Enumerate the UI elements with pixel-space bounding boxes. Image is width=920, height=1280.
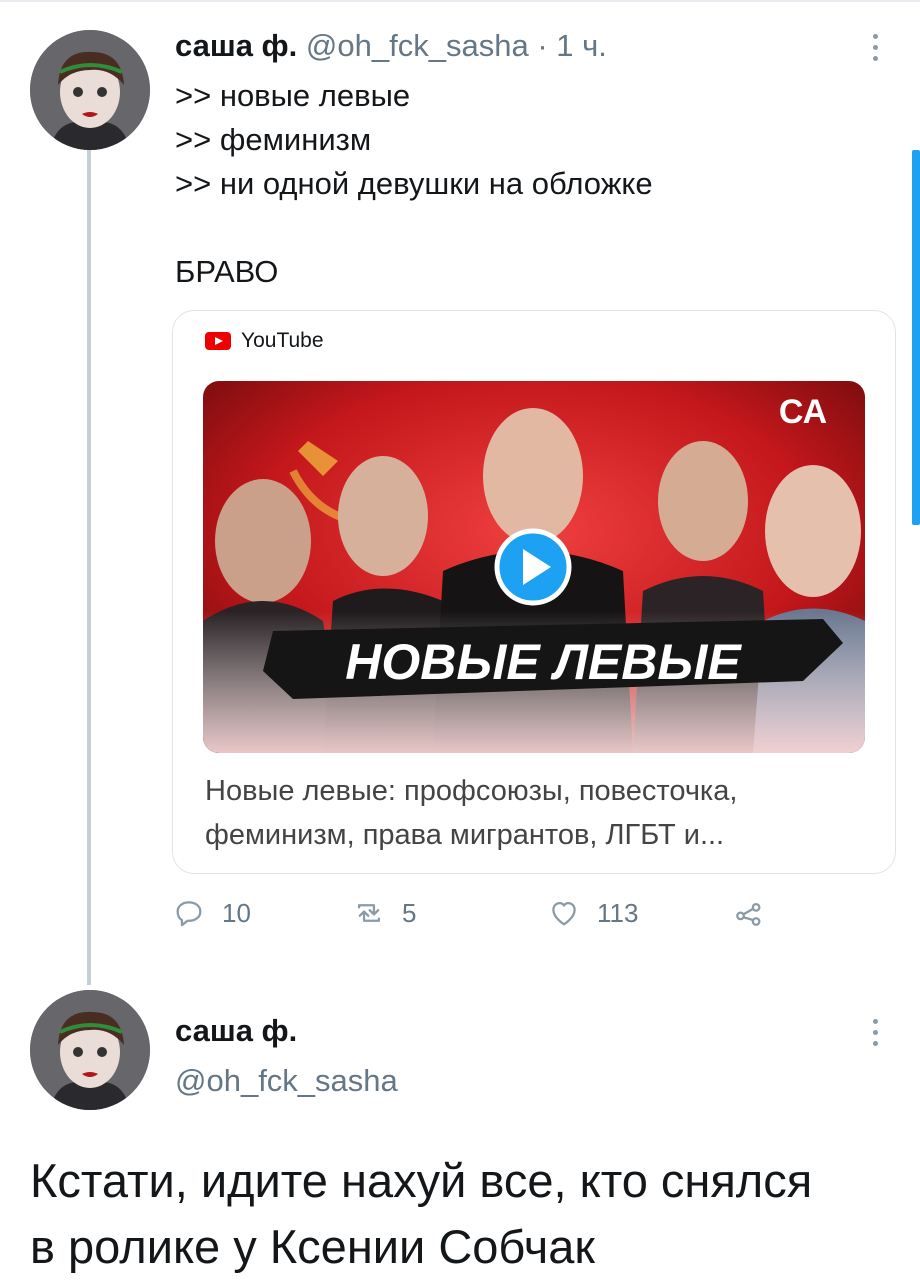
card-title-line: Новые левые: профсоюзы, повесточка, <box>205 775 738 807</box>
avatar[interactable] <box>30 30 150 150</box>
like-button[interactable]: 113 <box>547 896 638 930</box>
thumbnail-title: НОВЫЕ ЛЕВЫЕ <box>345 634 742 690</box>
thread-line <box>87 150 91 985</box>
scrollbar[interactable] <box>912 150 920 525</box>
tweet-line: Кстати, идите нахуй все, кто снялся <box>30 1154 813 1207</box>
share-button[interactable] <box>732 896 766 930</box>
reply-icon <box>176 901 202 927</box>
reply-count: 10 <box>222 897 251 928</box>
tweet-text: Кстати, идите нахуй все, кто снялся в рол… <box>30 1148 812 1280</box>
link-card[interactable]: YouTube НОВЫЕ ЛЕВЫЕ СА Новые левые: проф… <box>172 310 896 874</box>
avatar[interactable] <box>30 990 150 1110</box>
card-title-line: феминизм, права мигрантов, ЛГБТ и... <box>205 819 725 851</box>
retweet-count: 5 <box>402 897 417 928</box>
tweet-header: саша ф. @oh_fck_sasha · 1 ч. <box>175 28 607 64</box>
author-handle[interactable]: @oh_fck_sasha <box>306 28 529 63</box>
tweet-line: >> новые левые <box>175 78 411 113</box>
top-divider <box>0 0 920 2</box>
author-handle[interactable]: @oh_fck_sasha <box>175 1063 398 1099</box>
card-source: YouTube <box>205 329 324 353</box>
like-count: 113 <box>597 897 639 928</box>
card-source-label: YouTube <box>241 329 324 352</box>
tweet-line: БРАВО <box>175 254 279 289</box>
more-icon[interactable] <box>870 28 880 67</box>
share-icon <box>736 902 761 926</box>
retweet-button[interactable]: 5 <box>352 896 416 930</box>
author-name[interactable]: саша ф. <box>175 28 297 63</box>
tweet-line: в ролике у Ксении Собчак <box>30 1220 595 1273</box>
card-title[interactable]: Новые левые: профсоюзы, повесточка, феми… <box>205 769 865 857</box>
tweet-line: >> ни одной девушки на обложке <box>175 166 653 201</box>
more-icon[interactable] <box>870 1013 880 1052</box>
reply-button[interactable]: 10 <box>172 896 251 930</box>
tweet-actions: 10 5 113 <box>172 896 792 940</box>
tweet-line <box>175 206 653 250</box>
channel-mark: СА <box>779 393 827 431</box>
retweet-icon <box>357 904 381 922</box>
tweet-text: >> новые левые >> феминизм >> ни одной дев… <box>175 74 653 294</box>
tweet-line: >> феминизм <box>175 122 372 157</box>
youtube-icon <box>205 332 231 350</box>
like-icon <box>552 901 576 926</box>
author-name[interactable]: саша ф. <box>175 1013 297 1049</box>
timestamp[interactable]: · 1 ч. <box>537 28 607 63</box>
video-thumbnail[interactable]: НОВЫЕ ЛЕВЫЕ СА <box>203 381 865 753</box>
